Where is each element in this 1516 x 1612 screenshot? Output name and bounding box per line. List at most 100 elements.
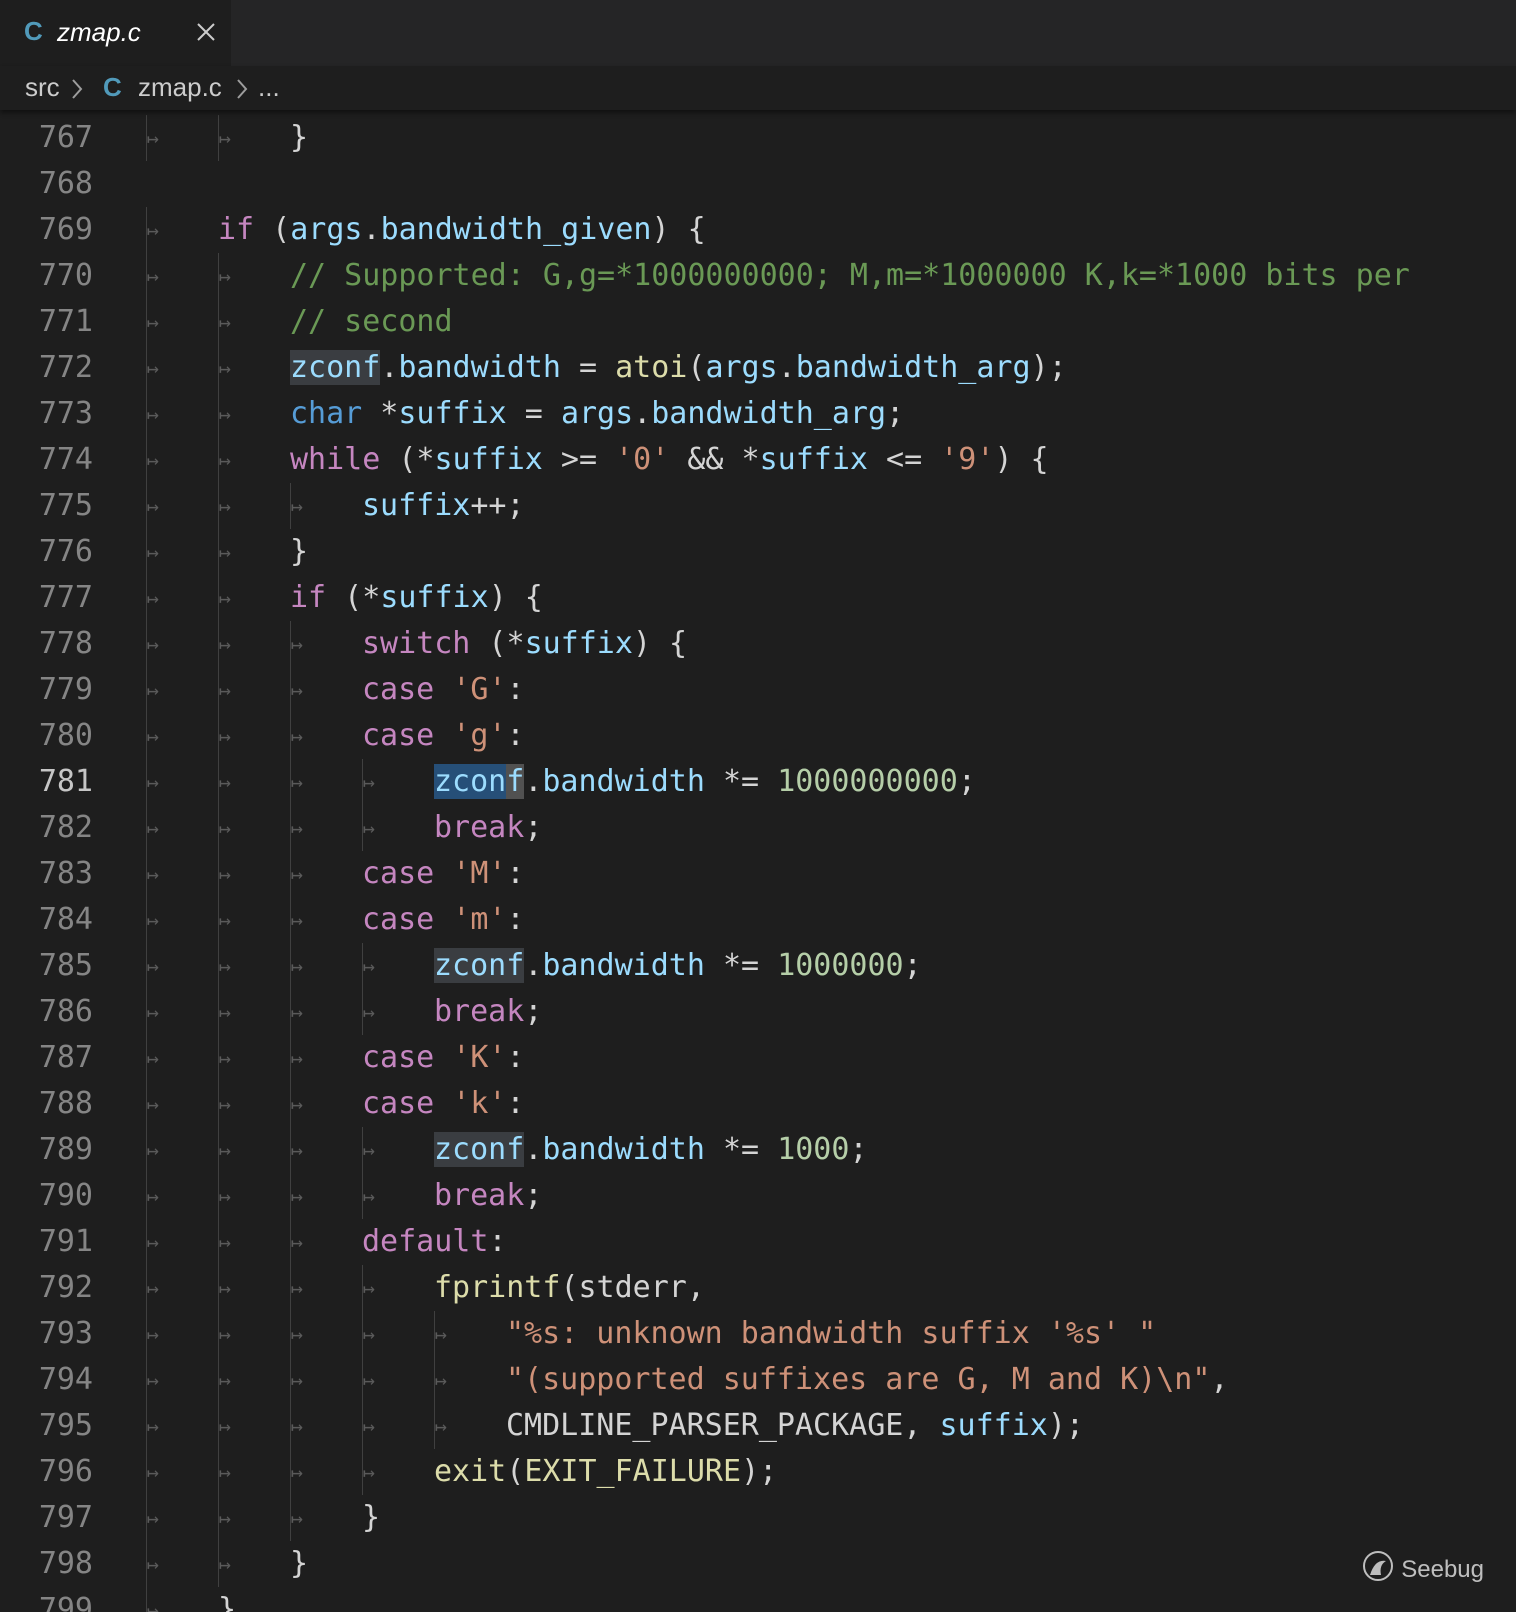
line-number: 796 — [38, 1454, 93, 1489]
code-line[interactable]: 789 ↦ ↦ ↦ ↦ zconf.bandwidth *= 1000; — [0, 1127, 1516, 1173]
code-line[interactable]: 770 ↦ ↦ // Supported: G,g=*1000000000; M,m=… — [0, 253, 1516, 299]
breadcrumb-file[interactable]: zmap.c — [138, 72, 222, 103]
code-line[interactable]: 773 ↦ ↦ char *suffix = args.bandwidth_arg; — [0, 391, 1516, 437]
code-token: suffix — [380, 580, 489, 615]
tab-zmap-c[interactable]: C zmap.c — [0, 0, 231, 66]
tab-arrow-icon: ↦ — [291, 862, 304, 886]
code-editor[interactable]: 767 ↦ ↦} 768 769 ↦ if (args.bandwidth_given) {… — [0, 110, 1516, 1612]
code-token: exit — [434, 1454, 507, 1489]
code-line[interactable]: 794 ↦ ↦ ↦ ↦ ↦ "(supported suffixes are G, M an… — [0, 1357, 1516, 1403]
code-token: = — [506, 396, 561, 431]
code-line[interactable]: 792 ↦ ↦ ↦ ↦ fprintf(stderr, — [0, 1265, 1516, 1311]
close-icon[interactable] — [194, 20, 218, 44]
code-line[interactable]: 795 ↦ ↦ ↦ ↦ ↦ CMDLINE_PARSER_PACKAGE, suffix); — [0, 1403, 1516, 1449]
tab-arrow-icon: ↦ — [363, 1322, 376, 1346]
code-token: *= — [704, 764, 778, 799]
code-text: switch (*suffix) { — [362, 621, 687, 667]
breadcrumb-more[interactable]: ... — [258, 72, 280, 103]
code-line[interactable]: 786 ↦ ↦ ↦ ↦ break; — [0, 989, 1516, 1035]
code-line[interactable]: 780 ↦ ↦ ↦ case 'g': — [0, 713, 1516, 759]
code-token: * — [362, 396, 399, 431]
code-line[interactable]: 796 ↦ ↦ ↦ ↦ exit(EXIT_FAILURE); — [0, 1449, 1516, 1495]
code-line[interactable]: 797 ↦ ↦ ↦} — [0, 1495, 1516, 1541]
code-token: (stderr, — [560, 1270, 705, 1305]
code-token: while — [290, 442, 381, 477]
line-number: 790 — [38, 1178, 93, 1213]
tab-arrow-icon: ↦ — [291, 1414, 304, 1438]
code-token: } — [362, 1500, 381, 1535]
tab-arrow-icon: ↦ — [219, 586, 232, 610]
code-token: ; — [524, 1178, 543, 1213]
code-token: ( — [506, 1454, 525, 1489]
line-number: 792 — [38, 1270, 93, 1305]
code-token: suffix — [759, 442, 868, 477]
code-line[interactable]: 783 ↦ ↦ ↦ case 'M': — [0, 851, 1516, 897]
code-token: ; — [524, 994, 543, 1029]
tab-arrow-icon: ↦ — [147, 126, 160, 150]
code-line[interactable]: 777 ↦ ↦ if (*suffix) { — [0, 575, 1516, 621]
code-line[interactable]: 776 ↦ ↦} — [0, 529, 1516, 575]
code-line[interactable]: 775 ↦ ↦ ↦ suffix++; — [0, 483, 1516, 529]
code-token: : — [506, 1086, 525, 1121]
code-token: default — [362, 1224, 489, 1259]
code-line[interactable]: 768 — [0, 161, 1516, 207]
tab-arrow-icon: ↦ — [219, 1092, 232, 1116]
code-token: case — [362, 718, 435, 753]
code-token: , — [1210, 1362, 1229, 1397]
code-line[interactable]: 771 ↦ ↦ // second — [0, 299, 1516, 345]
code-line[interactable]: 774 ↦ ↦ while (*suffix >= '0' && *suffix <=… — [0, 437, 1516, 483]
code-line[interactable]: 788 ↦ ↦ ↦ case 'k': — [0, 1081, 1516, 1127]
code-token: case — [362, 1040, 435, 1075]
tab-arrow-icon: ↦ — [219, 908, 232, 932]
code-token: : — [506, 1040, 525, 1075]
breadcrumb-folder[interactable]: src — [25, 72, 60, 103]
code-token: 1000 — [777, 1132, 850, 1167]
code-line[interactable]: 785 ↦ ↦ ↦ ↦ zconf.bandwidth *= 1000000; — [0, 943, 1516, 989]
code-text: } — [290, 529, 308, 575]
watermark: Seebug — [1361, 1549, 1484, 1590]
code-line[interactable]: 781 ↦ ↦ ↦ ↦ zconf.bandwidth *= 1000000000; — [0, 759, 1516, 805]
tab-arrow-icon: ↦ — [291, 1184, 304, 1208]
tab-arrow-icon: ↦ — [291, 1000, 304, 1024]
code-text: case 'G': — [362, 667, 525, 713]
code-token: suffix — [939, 1408, 1048, 1443]
tab-arrow-icon: ↦ — [291, 1506, 304, 1530]
code-text: char *suffix = args.bandwidth_arg; — [290, 391, 904, 437]
tab-arrow-icon: ↦ — [147, 1138, 160, 1162]
tab-arrow-icon: ↦ — [219, 1552, 232, 1576]
code-line[interactable]: 767 ↦ ↦} — [0, 115, 1516, 161]
code-line[interactable]: 772 ↦ ↦ zconf.bandwidth = atoi(args.bandwid… — [0, 345, 1516, 391]
code-token: (* — [470, 626, 525, 661]
code-line[interactable]: 782 ↦ ↦ ↦ ↦ break; — [0, 805, 1516, 851]
tab-arrow-icon: ↦ — [219, 1276, 232, 1300]
code-line[interactable]: 787 ↦ ↦ ↦ case 'K': — [0, 1035, 1516, 1081]
code-line[interactable]: 790 ↦ ↦ ↦ ↦ break; — [0, 1173, 1516, 1219]
tab-arrow-icon: ↦ — [147, 1368, 160, 1392]
code-line[interactable]: 779 ↦ ↦ ↦ case 'G': — [0, 667, 1516, 713]
code-line[interactable]: 791 ↦ ↦ ↦ default: — [0, 1219, 1516, 1265]
tab-arrow-icon: ↦ — [147, 310, 160, 334]
code-line[interactable]: 798 ↦ ↦} — [0, 1541, 1516, 1587]
code-token: } — [290, 120, 309, 155]
chevron-right-icon — [71, 72, 83, 107]
line-number: 781 — [38, 764, 93, 799]
tab-arrow-icon: ↦ — [147, 770, 160, 794]
code-line[interactable]: 784 ↦ ↦ ↦ case 'm': — [0, 897, 1516, 943]
tab-arrow-icon: ↦ — [291, 724, 304, 748]
tab-bar: C zmap.c — [0, 0, 1516, 66]
tab-arrow-icon: ↦ — [363, 1276, 376, 1300]
watermark-text: Seebug — [1401, 1555, 1484, 1583]
code-line[interactable]: 778 ↦ ↦ ↦ switch (*suffix) { — [0, 621, 1516, 667]
code-text: case 'k': — [362, 1081, 525, 1127]
tab-arrow-icon: ↦ — [219, 954, 232, 978]
code-line[interactable]: 799 ↦} — [0, 1587, 1516, 1612]
code-text: "(supported suffixes are G, M and K)\n", — [506, 1357, 1228, 1403]
code-line[interactable]: 769 ↦ if (args.bandwidth_given) { — [0, 207, 1516, 253]
code-token: } — [290, 534, 309, 569]
tab-arrow-icon: ↦ — [435, 1414, 448, 1438]
code-token: // second — [290, 304, 453, 339]
code-line[interactable]: 793 ↦ ↦ ↦ ↦ ↦ "%s: unknown bandwidth suffix '%… — [0, 1311, 1516, 1357]
